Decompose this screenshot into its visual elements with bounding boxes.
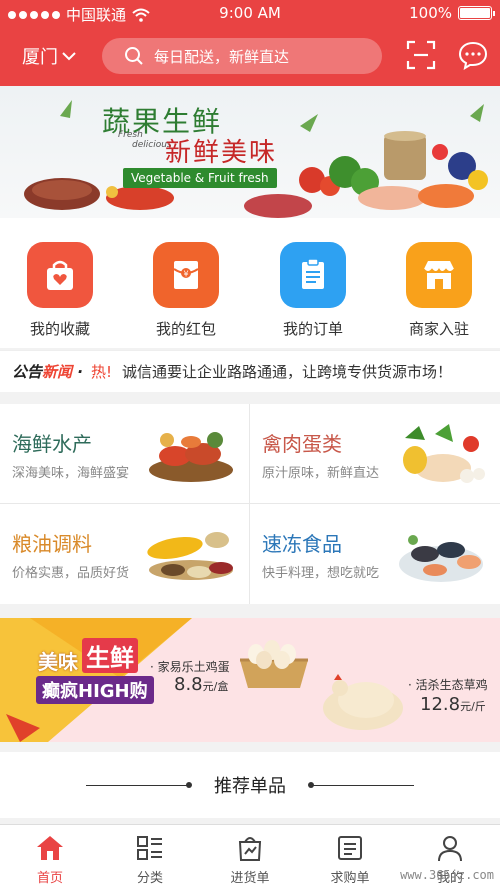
hero-banner[interactable]: 蔬果生鲜 Fresh delicious 新鲜美味 Vegetable & Fr… bbox=[0, 86, 500, 218]
category-seafood[interactable]: 海鲜水产 深海美味，海鲜盛宴 bbox=[0, 404, 249, 503]
quick-label: 我的订单 bbox=[282, 320, 343, 338]
grid-divider-h bbox=[0, 503, 500, 504]
promo-badge-text-3: 癫疯HIGH购 bbox=[36, 676, 154, 704]
quick-favorites[interactable]: 我的收藏 bbox=[5, 242, 115, 339]
tab-category[interactable]: 分类 bbox=[105, 833, 195, 886]
quick-merchant[interactable]: 商家入驻 bbox=[384, 242, 494, 339]
recommend-line-right bbox=[310, 785, 414, 786]
category-title: 禽肉蛋类 bbox=[262, 432, 342, 456]
quick-label: 商家入驻 bbox=[408, 320, 469, 338]
tab-label: 进货单 bbox=[230, 871, 270, 886]
tab-label: 求购单 bbox=[330, 871, 370, 886]
promo-item-1-price-unit: 元/盒 bbox=[202, 680, 229, 693]
app-header: 中国联通 9:00 AM 100% 厦门 每日配送，新鲜直达 bbox=[0, 0, 500, 86]
status-bar: 中国联通 9:00 AM 100% bbox=[0, 0, 500, 28]
scan-icon[interactable] bbox=[406, 40, 436, 70]
home-icon bbox=[34, 833, 66, 863]
chicken-image bbox=[323, 674, 403, 730]
nav-bar: 厦门 每日配送，新鲜直达 bbox=[0, 30, 500, 84]
chevron-down-icon bbox=[62, 52, 76, 61]
promo-item-1-name: · 家易乐土鸡蛋 bbox=[150, 660, 230, 674]
request-order-icon bbox=[334, 833, 366, 863]
tab-label: 首页 bbox=[36, 871, 63, 886]
city-selector[interactable]: 厦门 bbox=[22, 43, 76, 69]
category-subtitle: 原汁原味，新鲜直达 bbox=[262, 466, 380, 481]
grid-divider-v bbox=[249, 404, 250, 604]
battery-icon bbox=[458, 6, 495, 20]
hot-badge: 热! bbox=[90, 363, 112, 381]
quick-label: 我的收藏 bbox=[29, 320, 90, 338]
red-envelope-icon: ¥ bbox=[153, 242, 219, 308]
egg-basket-image bbox=[240, 640, 308, 688]
promo-badge-text-2: 生鲜 bbox=[82, 638, 138, 673]
recommend-header: 推荐单品 bbox=[0, 752, 500, 818]
news-logo-b: 新闻 bbox=[42, 363, 73, 381]
banner-title-2: 新鲜美味 bbox=[165, 138, 278, 168]
news-logo: 公告新闻 · bbox=[12, 363, 83, 381]
promo-badge-text-1: 美味 bbox=[38, 650, 78, 674]
tab-home[interactable]: 首页 bbox=[5, 833, 95, 886]
category-poultry[interactable]: 禽肉蛋类 原汁原味，新鲜直达 bbox=[250, 404, 499, 503]
frozen-food-image bbox=[399, 535, 483, 582]
bag-heart-icon bbox=[27, 242, 93, 308]
category-grid: 海鲜水产 深海美味，海鲜盛宴 禽肉蛋类 原汁原味，新鲜直达 粮油调料 价格实惠，… bbox=[0, 404, 500, 604]
category-subtitle: 价格实惠，品质好货 bbox=[12, 566, 130, 581]
quick-actions: 我的收藏 ¥ 我的红包 我的订单 商家入驻 bbox=[0, 218, 500, 348]
quick-red-envelope[interactable]: ¥ 我的红包 bbox=[131, 242, 241, 339]
quick-label: 我的红包 bbox=[155, 320, 216, 338]
category-grain-oil[interactable]: 粮油调料 价格实惠，品质好货 bbox=[0, 504, 249, 603]
message-icon[interactable] bbox=[458, 40, 488, 70]
promo-item-1-price-value: 8.8 bbox=[174, 674, 203, 695]
promo-item-2-name: · 活杀生态草鸡 bbox=[408, 678, 488, 692]
grain-image bbox=[147, 532, 233, 580]
tab-label: 分类 bbox=[136, 871, 163, 886]
promo-item-1-name-text: 家易乐土鸡蛋 bbox=[157, 660, 230, 674]
promo-item-2-price: 12.8元/斤 bbox=[420, 694, 486, 715]
promo-item-2-price-unit: 元/斤 bbox=[460, 700, 486, 713]
store-icon bbox=[406, 242, 472, 308]
category-frozen[interactable]: 速冻食品 快手料理，想吃就吃 bbox=[250, 504, 499, 603]
search-placeholder: 每日配送，新鲜直达 bbox=[154, 47, 290, 66]
promo-item-2-name-text: 活杀生态草鸡 bbox=[415, 678, 488, 692]
news-text: 诚信通要让企业路路通通，让跨境专供货源市场！ bbox=[121, 363, 452, 381]
recommend-title: 推荐单品 bbox=[214, 776, 286, 797]
search-icon bbox=[125, 47, 143, 65]
promo-banner[interactable]: 美味 生鲜 癫疯HIGH购 · 家易乐土鸡蛋 8.8元/盒 · 活杀生态草鸡 1… bbox=[0, 618, 500, 742]
banner-fresh-text: Fresh bbox=[118, 130, 143, 140]
promo-item-2-price-value: 12.8 bbox=[420, 694, 461, 715]
battery-percent: 100% bbox=[409, 4, 452, 22]
banner-ribbon: Vegetable & Fruit fresh bbox=[123, 168, 277, 188]
category-icon bbox=[134, 833, 166, 863]
quick-orders[interactable]: 我的订单 bbox=[258, 242, 368, 339]
search-input[interactable]: 每日配送，新鲜直达 bbox=[102, 38, 382, 74]
promo-item-1-price: 8.8元/盒 bbox=[174, 674, 228, 695]
category-title: 海鲜水产 bbox=[12, 432, 92, 456]
category-title: 速冻食品 bbox=[262, 532, 342, 556]
watermark: www.365jz.com bbox=[400, 868, 494, 882]
tab-request[interactable]: 求购单 bbox=[305, 833, 395, 886]
category-subtitle: 深海美味，海鲜盛宴 bbox=[12, 466, 130, 481]
city-label: 厦门 bbox=[22, 47, 58, 68]
purchase-bag-icon bbox=[234, 833, 266, 863]
news-ticker[interactable]: 公告新闻 · 热! 诚信通要让企业路路通通，让跨境专供货源市场！ bbox=[0, 350, 500, 392]
category-title: 粮油调料 bbox=[12, 532, 92, 556]
news-logo-a: 公告 bbox=[12, 363, 43, 381]
svg-text:¥: ¥ bbox=[183, 270, 188, 279]
poultry-image bbox=[403, 424, 485, 483]
category-subtitle: 快手料理，想吃就吃 bbox=[262, 566, 380, 581]
tab-purchase[interactable]: 进货单 bbox=[205, 833, 295, 886]
order-list-icon bbox=[280, 242, 346, 308]
status-right: 100% bbox=[409, 4, 495, 22]
seafood-image bbox=[149, 432, 233, 482]
profile-icon bbox=[434, 833, 466, 863]
